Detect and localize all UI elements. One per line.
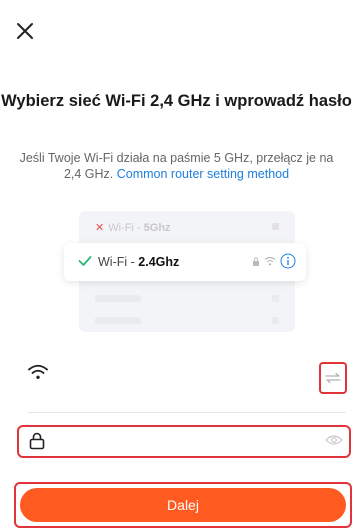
- router-setting-link[interactable]: Common router setting method: [117, 167, 289, 181]
- switch-arrows-icon: [325, 372, 341, 384]
- network-24ghz-band: 2.4Ghz: [138, 255, 180, 269]
- page-title: Wybierz sieć Wi-Fi 2,4 GHz i wprowadź ha…: [1, 92, 352, 110]
- lock-icon: [29, 432, 45, 450]
- lock-placeholder-icon: [272, 223, 279, 230]
- network-24ghz-name: Wi-Fi - 2.4Ghz: [98, 255, 179, 269]
- wifi-name-field[interactable]: [28, 356, 346, 396]
- placeholder-row-icon: [272, 317, 279, 324]
- info-icon: [280, 253, 296, 269]
- next-button-area: Dalej: [14, 482, 352, 528]
- placeholder-row: [95, 295, 141, 302]
- instruction-text: Jeśli Twoje Wi-Fi działa na paśmie 5 GHz…: [18, 150, 335, 182]
- placeholder-row-icon: [272, 295, 279, 302]
- wifi-small-icon: [264, 256, 276, 266]
- password-field[interactable]: [17, 425, 351, 458]
- lock-small-icon: [253, 257, 259, 266]
- network-status-icons: [252, 253, 296, 269]
- network-5ghz-item: ✕ Wi-Fi - 5Ghz: [95, 221, 171, 234]
- wifi-icon: [28, 364, 48, 379]
- password-input[interactable]: [53, 431, 307, 453]
- network-5ghz-prefix: Wi-Fi -: [108, 222, 144, 234]
- switch-network-button[interactable]: [319, 362, 347, 394]
- check-icon: [78, 256, 92, 266]
- divider: [28, 412, 346, 413]
- placeholder-row: [95, 317, 141, 324]
- close-button[interactable]: [14, 20, 36, 42]
- network-24ghz-prefix: Wi-Fi -: [98, 255, 139, 269]
- eye-icon[interactable]: [325, 434, 343, 446]
- close-icon: [17, 23, 33, 39]
- network-5ghz-band: 5Ghz: [143, 222, 171, 234]
- error-mark-icon: ✕: [95, 222, 105, 234]
- network-24ghz-card: Wi-Fi - 2.4Ghz: [64, 243, 306, 281]
- next-button[interactable]: Dalej: [20, 488, 346, 522]
